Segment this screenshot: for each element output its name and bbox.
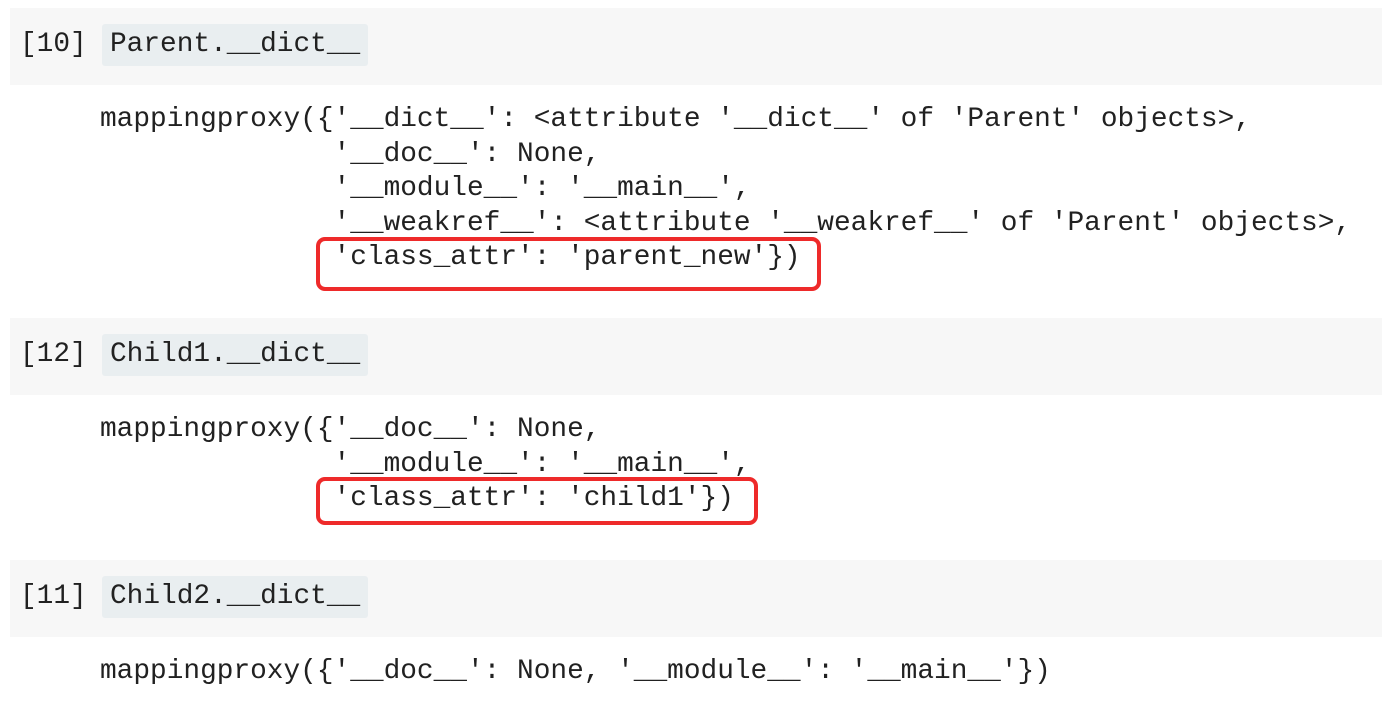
- execution-count: [10]: [20, 29, 87, 60]
- output-line: '__doc__': None,: [100, 138, 601, 170]
- code-cell[interactable]: [12] Child1.__dict__: [10, 318, 1382, 395]
- highlight-box: [316, 237, 821, 291]
- output-line: mappingproxy({'__doc__': None, '__module…: [100, 656, 1051, 687]
- code-input[interactable]: Parent.__dict__: [102, 24, 369, 66]
- output-line: mappingproxy({'__dict__': <attribute '__…: [100, 104, 1251, 135]
- output-line: mappingproxy({'__doc__': None,: [100, 414, 601, 445]
- output-line: '__module__': '__main__',: [100, 173, 751, 204]
- highlight-box: [316, 477, 758, 525]
- code-cell[interactable]: [11] Child2.__dict__: [10, 560, 1382, 637]
- output-line: '__weakref__': <attribute '__weakref__' …: [100, 207, 1352, 239]
- code-input[interactable]: Child1.__dict__: [102, 334, 369, 376]
- execution-count: [12]: [20, 339, 87, 370]
- code-input[interactable]: Child2.__dict__: [102, 576, 369, 618]
- execution-count: [11]: [20, 581, 87, 612]
- code-cell[interactable]: [10] Parent.__dict__: [10, 8, 1382, 85]
